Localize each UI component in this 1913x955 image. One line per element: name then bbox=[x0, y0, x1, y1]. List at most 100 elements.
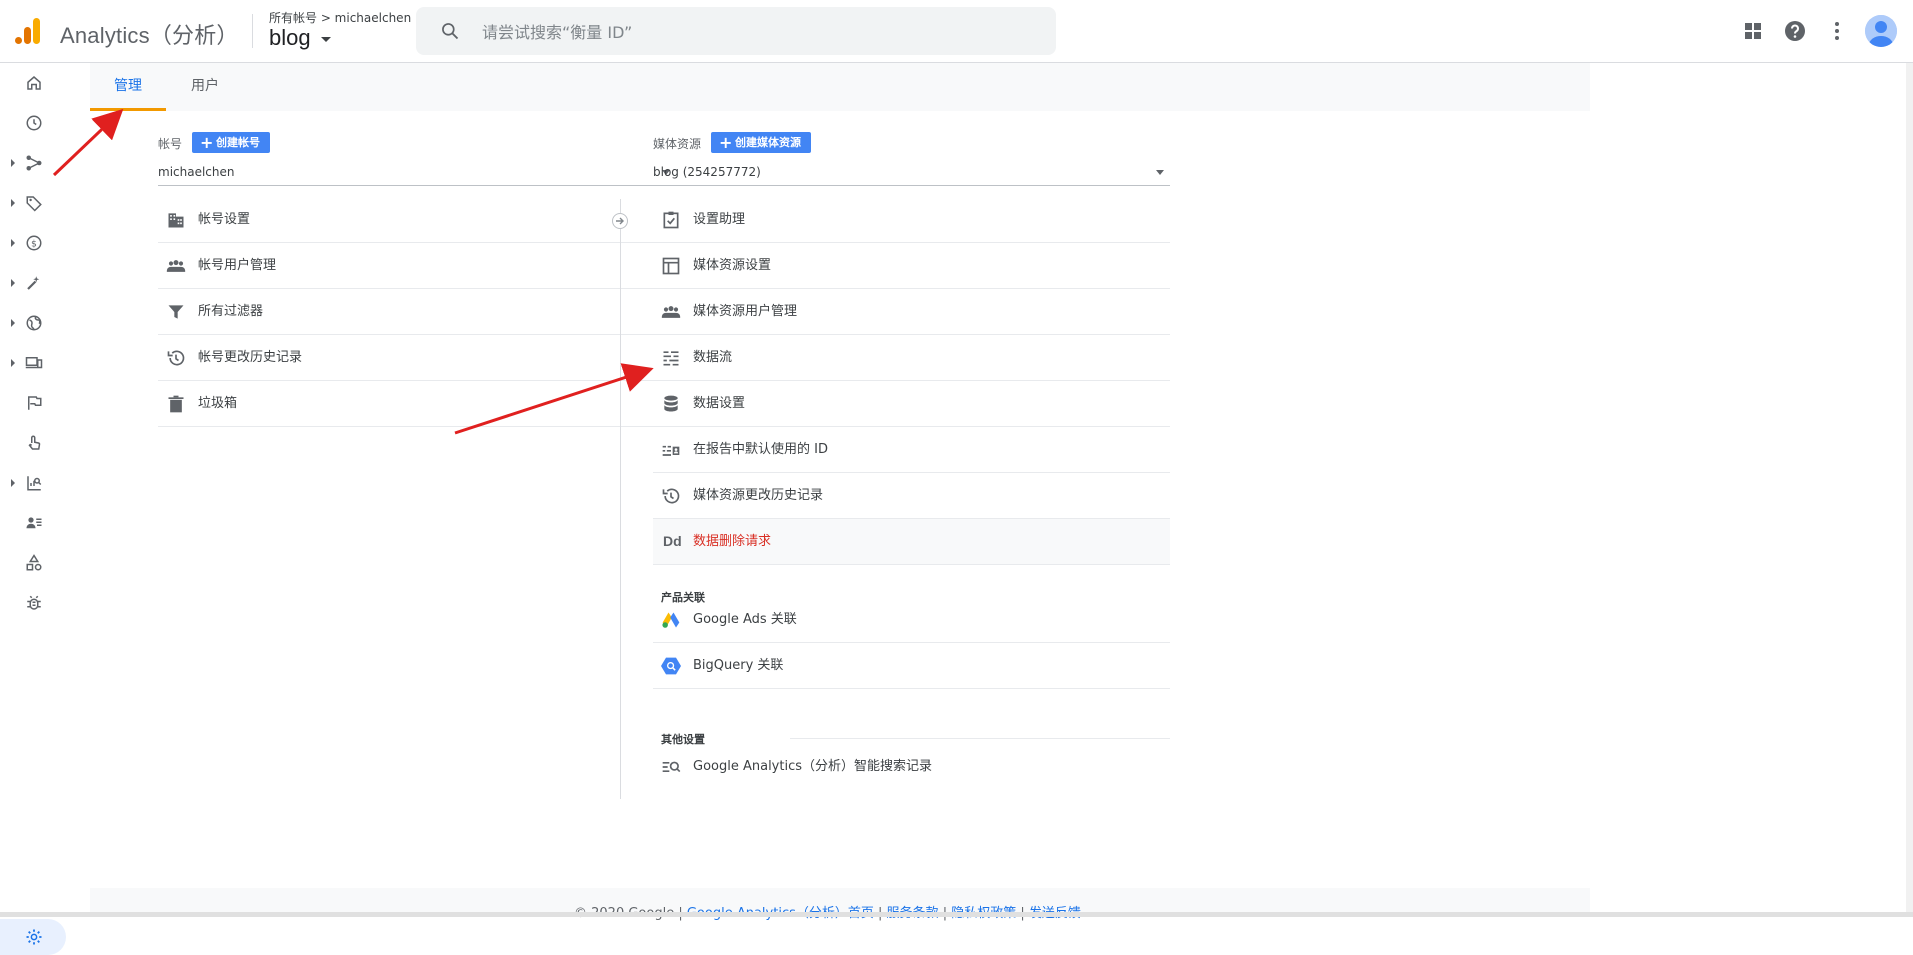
analytics-logo-icon[interactable] bbox=[13, 16, 43, 46]
nav-audiences[interactable] bbox=[0, 506, 90, 540]
menu-setup-assistant[interactable]: 设置助理 bbox=[653, 197, 1170, 243]
menu-data-streams[interactable]: 数据流 bbox=[653, 335, 1170, 381]
nav-home[interactable] bbox=[0, 66, 90, 100]
nav-engagement[interactable] bbox=[0, 266, 90, 300]
clock-icon[interactable] bbox=[25, 114, 43, 132]
menu-trash[interactable]: 垃圾箱 bbox=[158, 381, 676, 427]
menu-property-settings[interactable]: 媒体资源设置 bbox=[653, 243, 1170, 289]
home-icon[interactable] bbox=[25, 74, 43, 92]
nav-conversions[interactable] bbox=[0, 426, 90, 460]
admin-tabs: 管理 用户 bbox=[90, 63, 1590, 111]
menu-search-history[interactable]: Google Analytics（分析）智能搜索记录 bbox=[653, 744, 1170, 790]
account-select[interactable]: michaelchen bbox=[158, 159, 676, 186]
nav-tags[interactable] bbox=[0, 186, 90, 220]
menu-data-settings[interactable]: 数据设置 bbox=[653, 381, 1170, 427]
more-vert-icon[interactable] bbox=[1825, 19, 1849, 43]
property-select[interactable]: blog (254257772) bbox=[653, 159, 1170, 186]
menu-item-label: 媒体资源更改历史记录 bbox=[693, 488, 824, 503]
expand-caret-icon[interactable] bbox=[11, 239, 15, 247]
google-ads-icon bbox=[662, 612, 680, 628]
magic-icon[interactable] bbox=[25, 274, 43, 292]
tab-admin[interactable]: 管理 bbox=[90, 63, 166, 111]
trash-icon bbox=[168, 395, 184, 413]
nav-admin[interactable] bbox=[0, 919, 66, 955]
bug-icon[interactable] bbox=[25, 594, 43, 612]
expand-caret-icon[interactable] bbox=[11, 319, 15, 327]
layout-icon bbox=[662, 257, 680, 275]
svg-text:$: $ bbox=[31, 239, 37, 249]
avatar[interactable] bbox=[1865, 15, 1897, 47]
create-property-label: 创建媒体资源 bbox=[735, 136, 801, 149]
globe-icon[interactable] bbox=[25, 314, 43, 332]
analysis-icon[interactable] bbox=[25, 474, 43, 492]
property-selector[interactable]: blog bbox=[269, 25, 311, 51]
shapes-icon[interactable] bbox=[25, 554, 43, 572]
menu-all-filters[interactable]: 所有过滤器 bbox=[158, 289, 676, 335]
flow-icon[interactable] bbox=[25, 154, 43, 172]
menu-google-ads-links[interactable]: Google Ads 关联 bbox=[653, 597, 1170, 643]
menu-account-change-history[interactable]: 帐号更改历史记录 bbox=[158, 335, 676, 381]
nav-geo[interactable] bbox=[0, 306, 90, 340]
create-account-label: 创建帐号 bbox=[216, 136, 260, 149]
nav-monetization[interactable]: $ bbox=[0, 226, 90, 260]
tab-users[interactable]: 用户 bbox=[170, 63, 240, 111]
expand-caret-icon[interactable] bbox=[11, 279, 15, 287]
audience-icon[interactable] bbox=[25, 514, 43, 532]
menu-item-label: 数据设置 bbox=[693, 396, 746, 411]
apps-grid-icon[interactable] bbox=[1741, 19, 1765, 43]
menu-property-user-management[interactable]: 媒体资源用户管理 bbox=[653, 289, 1170, 335]
nav-tech[interactable] bbox=[0, 346, 90, 380]
horizontal-scrollbar[interactable] bbox=[0, 912, 1913, 917]
top-app-bar: Analytics（分析） 所有帐号 > michaelchen blog bbox=[0, 0, 1913, 63]
menu-reporting-identity[interactable]: 在报告中默认使用的 ID bbox=[653, 427, 1170, 473]
tag-icon[interactable] bbox=[25, 194, 43, 212]
dollar-icon[interactable]: $ bbox=[25, 234, 43, 252]
nav-debug[interactable] bbox=[0, 586, 90, 620]
menu-account-settings[interactable]: 帐号设置 bbox=[158, 197, 676, 243]
menu-item-label: 数据流 bbox=[693, 350, 733, 365]
create-account-button[interactable]: + 创建帐号 bbox=[192, 132, 270, 153]
expand-caret-icon[interactable] bbox=[11, 159, 15, 167]
search-bar[interactable] bbox=[416, 7, 1056, 55]
property-select-value: blog (254257772) bbox=[653, 165, 761, 179]
expand-caret-icon[interactable] bbox=[11, 359, 15, 367]
touch-icon[interactable] bbox=[25, 434, 43, 452]
menu-item-label: 媒体资源用户管理 bbox=[693, 304, 798, 319]
gear-icon[interactable] bbox=[25, 928, 43, 946]
streams-icon bbox=[663, 351, 679, 366]
help-icon[interactable] bbox=[1783, 19, 1807, 43]
app-title: Analytics（分析） bbox=[60, 23, 239, 48]
menu-account-user-management[interactable]: 帐号用户管理 bbox=[158, 243, 676, 289]
menu-item-label: 垃圾箱 bbox=[198, 396, 238, 411]
menu-data-deletion-requests[interactable]: Dd 数据删除请求 bbox=[653, 519, 1170, 565]
devices-icon[interactable] bbox=[25, 354, 43, 372]
arrow-right-icon bbox=[616, 217, 624, 225]
breadcrumb[interactable]: 所有帐号 > michaelchen bbox=[269, 9, 411, 26]
nav-analysis[interactable] bbox=[0, 466, 90, 500]
search-input[interactable] bbox=[480, 17, 1044, 47]
menu-item-label: Google Analytics（分析）智能搜索记录 bbox=[693, 759, 933, 774]
menu-bigquery-links[interactable]: BigQuery 关联 bbox=[653, 643, 1170, 689]
flag-icon[interactable] bbox=[25, 394, 43, 412]
dropdown-arrow-icon[interactable] bbox=[1156, 170, 1164, 175]
nav-events[interactable] bbox=[0, 386, 90, 420]
history-icon bbox=[167, 350, 185, 366]
nav-acquisition[interactable] bbox=[0, 146, 90, 180]
menu-property-change-history[interactable]: 媒体资源更改历史记录 bbox=[653, 473, 1170, 519]
menu-item-label: BigQuery 关联 bbox=[693, 658, 784, 673]
search-icon[interactable] bbox=[440, 21, 460, 41]
dd-icon: Dd bbox=[663, 533, 682, 549]
people-icon bbox=[166, 260, 186, 272]
expand-caret-icon[interactable] bbox=[11, 479, 15, 487]
people-icon bbox=[661, 306, 681, 318]
expand-caret-icon[interactable] bbox=[11, 199, 15, 207]
vertical-scrollbar[interactable] bbox=[1906, 63, 1913, 917]
header-divider bbox=[252, 14, 253, 48]
reporting-id-icon bbox=[662, 445, 680, 456]
nav-configure[interactable] bbox=[0, 546, 90, 580]
menu-item-label: 数据删除请求 bbox=[693, 534, 772, 549]
property-column-label: 媒体资源 bbox=[653, 137, 702, 151]
create-property-button[interactable]: + 创建媒体资源 bbox=[711, 132, 811, 153]
chevron-down-icon[interactable] bbox=[321, 37, 331, 42]
nav-realtime[interactable] bbox=[0, 106, 90, 140]
